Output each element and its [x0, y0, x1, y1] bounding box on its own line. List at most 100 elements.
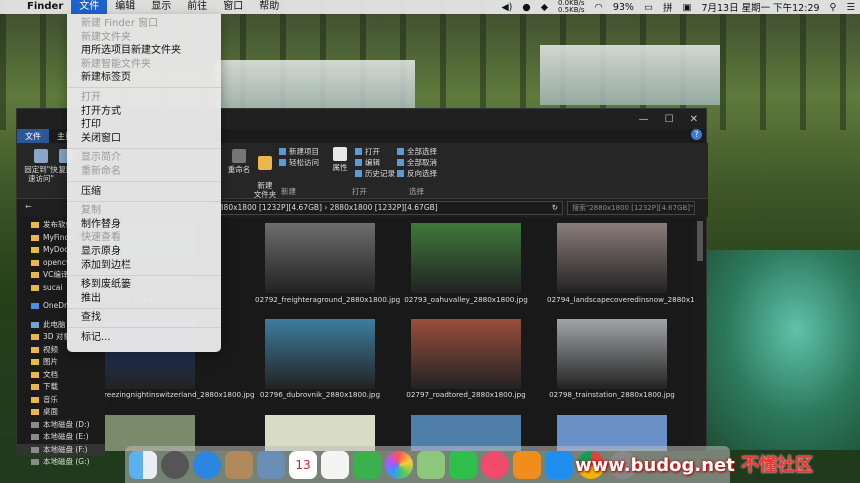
file-menu-item[interactable]: 打印: [67, 118, 221, 132]
sidebar-item[interactable]: 本地磁盘 (F:): [17, 443, 105, 456]
maximize-button[interactable]: ☐: [665, 114, 674, 125]
reminders-dock-icon[interactable]: [321, 450, 349, 479]
file-menu-item[interactable]: 查找: [67, 311, 221, 325]
address-prefix[interactable]: 2880x1800 [1232P][4.67GB]: [214, 203, 322, 212]
back-arrow-icon[interactable]: ←: [25, 202, 32, 211]
address-current[interactable]: 2880x1800 [1232P][4.67GB]: [330, 203, 438, 212]
menu-go[interactable]: 前往: [179, 0, 215, 14]
properties-button[interactable]: 属性: [329, 147, 351, 172]
file-menu-item[interactable]: 推出: [67, 292, 221, 306]
menu-file[interactable]: 文件: [71, 0, 108, 14]
sidebar-item[interactable]: 音乐: [17, 394, 105, 407]
file-name[interactable]: 02795_freezingnightinswitzerland_2880x18…: [105, 390, 255, 399]
contacts-dock-icon[interactable]: [225, 450, 253, 479]
file-menu-item[interactable]: 压缩: [67, 185, 221, 199]
file-menu-item[interactable]: 关闭窗口: [67, 132, 221, 146]
new-item-button[interactable]: 新建项目: [279, 146, 319, 157]
address-bar[interactable]: 2880x1800 [1232P][4.67GB] › 2880x1800 [1…: [207, 201, 563, 215]
file-name[interactable]: 02794_landscapecoveredinsnow_2880x1800.j…: [547, 295, 695, 304]
rename-button[interactable]: 重命名: [225, 149, 253, 174]
facetime-dock-icon[interactable]: [449, 450, 477, 479]
menu-help[interactable]: 帮助: [251, 0, 287, 14]
safari-dock-icon[interactable]: [193, 450, 221, 479]
folder-icon: [31, 334, 39, 340]
folder-icon: [31, 234, 39, 241]
vertical-scrollbar[interactable]: [695, 217, 705, 451]
appstore-dock-icon[interactable]: [545, 450, 573, 479]
display-icon[interactable]: ▣: [677, 2, 696, 13]
file-menu-item[interactable]: 移到废纸篓: [67, 278, 221, 292]
sidebar-item[interactable]: 下载: [17, 381, 105, 394]
menu-edit[interactable]: 编辑: [107, 0, 143, 14]
volume-icon[interactable]: ◀): [496, 2, 517, 13]
menu-window[interactable]: 窗口: [215, 0, 251, 14]
easy-access-button[interactable]: 轻松访问: [279, 157, 319, 168]
sidebar-item[interactable]: 本地磁盘 (E:): [17, 431, 105, 444]
sidebar-item[interactable]: 桌面: [17, 406, 105, 419]
app-icon[interactable]: ◆: [536, 2, 553, 13]
file-menu-item[interactable]: 制作替身: [67, 218, 221, 232]
group-new-label: 新建: [281, 187, 296, 196]
photos-dock-icon[interactable]: [385, 450, 413, 479]
music-dock-icon[interactable]: [481, 450, 509, 479]
folder-icon: [31, 284, 39, 291]
select-all-button[interactable]: 全部选择: [397, 146, 437, 157]
edit-button[interactable]: 编辑: [355, 157, 380, 168]
qq-icon[interactable]: ●: [517, 2, 535, 13]
spotlight-icon[interactable]: ⚲: [825, 2, 842, 13]
folder-icon: [31, 222, 39, 228]
sidebar-item[interactable]: 图片: [17, 356, 105, 369]
file-name[interactable]: 02797_roadtored_2880x1800.jpg: [401, 390, 531, 399]
preview-dock-icon[interactable]: [257, 450, 285, 479]
refresh-icon[interactable]: ↻: [552, 202, 558, 214]
select-none-button[interactable]: 全部取消: [397, 157, 437, 168]
sidebar-item-label: 此电脑: [43, 319, 66, 329]
help-icon[interactable]: ?: [691, 129, 702, 140]
file-menu-item[interactable]: 用所选项目新建文件夹: [67, 44, 221, 58]
clock[interactable]: 7月13日 星期一 下午12:29: [696, 0, 824, 14]
file-menu-item[interactable]: 标记...: [67, 331, 221, 345]
new-folder-button[interactable]: 新建 文件夹: [253, 147, 277, 199]
file-menu-item[interactable]: 新建标签页: [67, 71, 221, 85]
finder-dock-icon[interactable]: [129, 450, 157, 479]
history-button[interactable]: 历史记录: [355, 168, 395, 179]
search-box[interactable]: 搜索"2880x1800 [1232P][4.67GB]": [567, 201, 695, 215]
folder-icon: [31, 384, 39, 390]
file-name[interactable]: 02796_dubrovnik_2880x1800.jpg: [255, 390, 385, 399]
file-menu-item[interactable]: 显示原身: [67, 245, 221, 259]
file-thumbnail[interactable]: [411, 223, 521, 293]
pin-quick-access-button[interactable]: 固定到"快速访问": [23, 149, 59, 183]
sidebar-item[interactable]: 本地磁盘 (G:): [17, 456, 105, 469]
wifi-icon[interactable]: ◠: [590, 2, 608, 13]
file-name[interactable]: 02798_trainstation_2880x1800.jpg: [547, 390, 677, 399]
file-name[interactable]: 02793_oahuvalley_2880x1800.jpg: [401, 295, 531, 304]
file-thumbnail[interactable]: [265, 319, 375, 389]
books-dock-icon[interactable]: [513, 450, 541, 479]
menu-app-finder[interactable]: Finder: [19, 0, 71, 14]
file-thumbnail[interactable]: [265, 223, 375, 293]
sidebar-item[interactable]: 本地磁盘 (D:): [17, 419, 105, 432]
file-thumbnail[interactable]: [411, 319, 521, 389]
invert-selection-button[interactable]: 反向选择: [397, 168, 437, 179]
sidebar-item[interactable]: 文档: [17, 369, 105, 382]
maps-dock-icon[interactable]: [417, 450, 445, 479]
file-menu-item[interactable]: 添加到边栏: [67, 259, 221, 273]
menu-view[interactable]: 显示: [143, 0, 179, 14]
folder-icon: [31, 272, 39, 278]
file-menu-item[interactable]: 打开方式: [67, 105, 221, 119]
drive-icon: [31, 459, 39, 465]
folder-icon: [31, 259, 39, 266]
minimize-button[interactable]: —: [639, 114, 649, 125]
open-button[interactable]: 打开: [355, 146, 380, 157]
messages-dock-icon[interactable]: [353, 450, 381, 479]
file-thumbnail[interactable]: [557, 223, 667, 293]
launchpad-dock-icon[interactable]: [161, 450, 189, 479]
battery-icon[interactable]: ▭: [639, 2, 658, 13]
file-name[interactable]: 02792_freighteraground_2880x1800.jpg: [255, 295, 400, 304]
close-button[interactable]: ✕: [690, 114, 698, 125]
file-thumbnail[interactable]: [557, 319, 667, 389]
file-menu-item: 重新命名: [81, 165, 121, 177]
calendar-dock-icon[interactable]: 13: [289, 450, 317, 479]
input-method[interactable]: 拼: [658, 0, 678, 14]
notification-icon[interactable]: ☰: [841, 2, 860, 13]
